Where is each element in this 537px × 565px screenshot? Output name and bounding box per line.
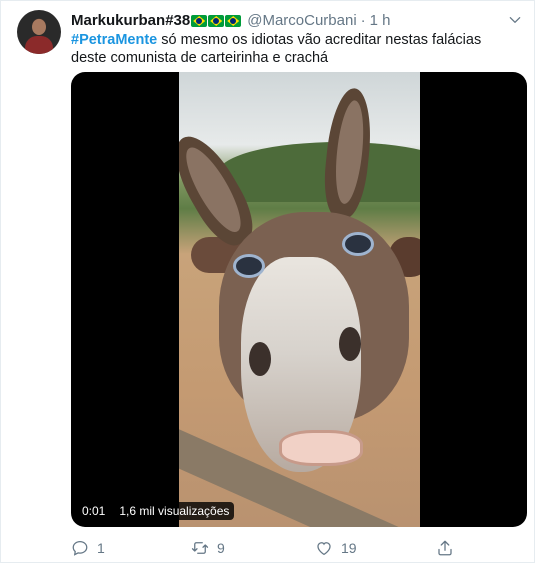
brazil-flag-icon: [225, 15, 242, 27]
brazil-flag-icon: [191, 15, 208, 27]
video-timestamp: 0:01: [77, 502, 111, 520]
share-icon: [438, 540, 452, 556]
video-overlay: 0:01 1,6 mil visualizações: [77, 502, 235, 520]
share-button[interactable]: [436, 537, 454, 559]
tweet-header: Markukurban#38 @MarcoCurbani · 1 h: [71, 12, 391, 30]
reply-icon: [72, 540, 88, 556]
tweet-time[interactable]: 1 h: [370, 12, 391, 30]
reply-button[interactable]: 1: [71, 537, 105, 559]
like-count: 19: [341, 540, 357, 556]
retweet-icon: [191, 542, 209, 554]
video-player[interactable]: 0:01 1,6 mil visualizações: [71, 72, 527, 527]
heart-icon: [317, 542, 331, 556]
hashtag-link[interactable]: #PetraMente: [71, 32, 157, 48]
like-button[interactable]: 19: [315, 537, 357, 559]
donkey-mouth: [279, 430, 363, 466]
display-name[interactable]: Markukurban#38: [71, 12, 190, 30]
video-frame: [179, 72, 420, 527]
tweet-card[interactable]: Markukurban#38 @MarcoCurbani · 1 h #Petr…: [0, 0, 535, 563]
reply-count: 1: [97, 540, 105, 556]
background-hill: [219, 142, 420, 202]
separator-dot: ·: [360, 12, 366, 29]
user-handle[interactable]: @MarcoCurbani: [247, 12, 356, 30]
chevron-down-icon[interactable]: [508, 13, 522, 27]
brazil-flag-icon: [208, 15, 225, 27]
donkey-nostril: [249, 342, 271, 376]
donkey-nostril: [339, 327, 361, 361]
retweet-button[interactable]: 9: [191, 537, 225, 559]
donkey-eye: [342, 232, 374, 256]
avatar[interactable]: [17, 10, 61, 54]
video-view-count: 1,6 mil visualizações: [114, 502, 235, 520]
donkey-eye: [233, 254, 265, 278]
tweet-actions: 1 9 19: [71, 537, 461, 559]
retweet-count: 9: [217, 540, 225, 556]
tweet-text: #PetraMente só mesmo os idiotas vão acre…: [71, 31, 511, 67]
avatar-head: [32, 19, 46, 35]
avatar-body: [25, 36, 53, 54]
